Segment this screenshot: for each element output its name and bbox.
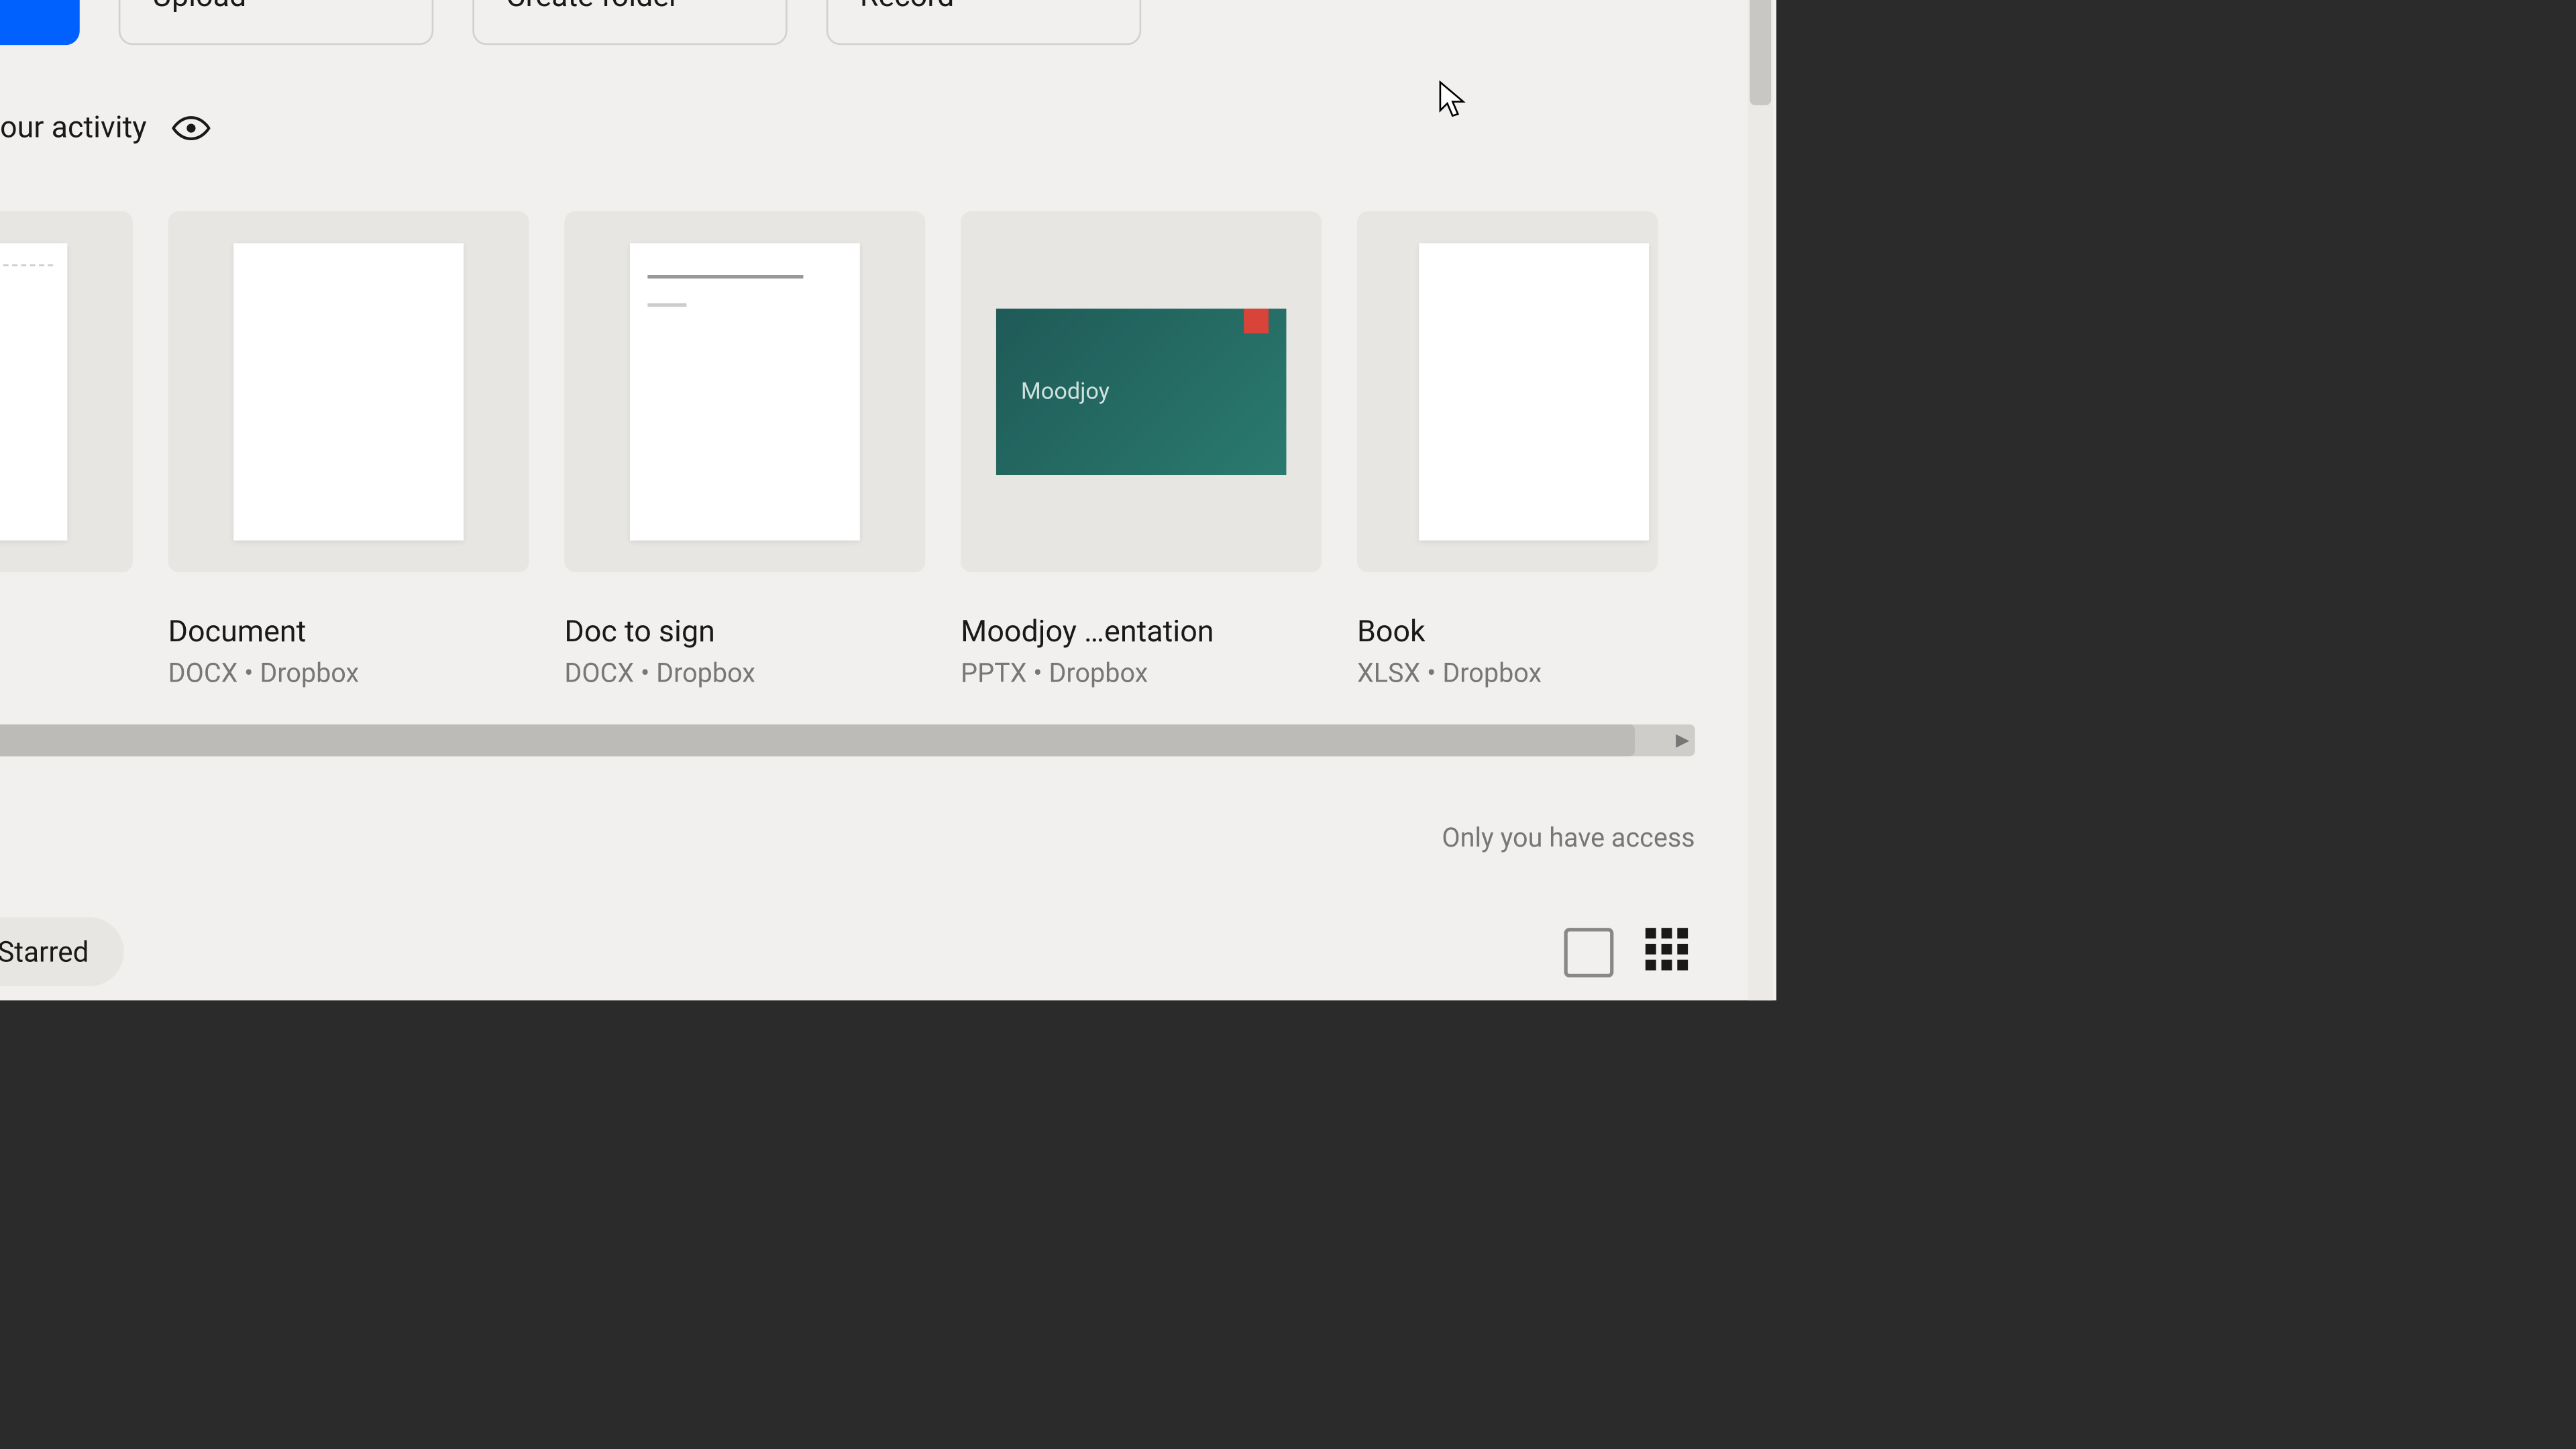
dropbox-app: All files Photos Shared Signatures Less … [0, 0, 1776, 1000]
thumbnail [564, 211, 925, 572]
action-label: Create folder [506, 0, 753, 15]
action-label: Create [0, 0, 46, 15]
action-label: Record [860, 0, 1108, 15]
suggested-meta: PPTX • Dropbox [961, 657, 1322, 689]
suggested-meta: DOCX • Dropbox [168, 657, 529, 689]
thumbnail [1357, 211, 1658, 572]
thumbnail: Moodjoy [961, 211, 1322, 572]
horizontal-scrollbar[interactable]: ◀ ▶ [0, 724, 1695, 756]
view-list-button[interactable] [1564, 927, 1614, 977]
eye-icon[interactable] [172, 109, 211, 148]
slide-brand: Moodjoy [1021, 378, 1110, 405]
scrollbar-thumb[interactable] [0, 724, 1635, 756]
suggested-meta: XLSX • Dropbox [0, 657, 133, 689]
action-label: Upload [152, 0, 400, 15]
suggested-item[interactable]: Book XLSX • Dropbox [1357, 211, 1658, 689]
column-header-name[interactable]: Name ↑ [0, 986, 1776, 1000]
gear-icon [0, 821, 1, 853]
suggested-name: Moodjoy …entation [961, 614, 1322, 650]
create-folder-button[interactable]: Create folder [472, 0, 787, 45]
suggested-list: Book (1) XLSX • Dropbox Document DOCX • … [0, 148, 1776, 689]
suggested-item[interactable]: Book (1) XLSX • Dropbox [0, 211, 133, 689]
record-button[interactable]: Record [826, 0, 1141, 45]
filter-chip-starred[interactable]: Starred [0, 917, 124, 986]
suggested-meta: DOCX • Dropbox [564, 657, 925, 689]
more-actions-button[interactable] [1194, 0, 1236, 4]
create-button[interactable]: Create [0, 0, 80, 45]
suggested-name: Document [168, 614, 529, 650]
thumbnail [168, 211, 529, 572]
main-content: Search LD Trial ends in 29 days Create U… [0, 0, 1776, 1000]
suggested-item[interactable]: Doc to sign DOCX • Dropbox [564, 211, 925, 689]
suggested-name: Book [1357, 614, 1658, 650]
scroll-right-button[interactable]: ▶ [1670, 724, 1695, 756]
suggested-meta: XLSX • Dropbox [1357, 657, 1658, 689]
chip-label: Starred [0, 935, 89, 969]
scrollbar-thumb[interactable] [1750, 0, 1771, 105]
vertical-scrollbar[interactable] [1748, 0, 1773, 1000]
suggested-item[interactable]: Document DOCX • Dropbox [168, 211, 529, 689]
suggested-title: Suggested from your activity [0, 111, 147, 146]
view-grid-button[interactable] [1646, 927, 1695, 977]
upload-button[interactable]: Upload [119, 0, 433, 45]
suggested-item[interactable]: Moodjoy Moodjoy …entation PPTX • Dropbox [961, 211, 1322, 689]
thumbnail [0, 211, 133, 572]
suggested-name: Book (1) [0, 614, 133, 650]
suggested-name: Doc to sign [564, 614, 925, 650]
access-label: Only you have access [1442, 821, 1695, 853]
settings-button[interactable] [0, 821, 1, 853]
